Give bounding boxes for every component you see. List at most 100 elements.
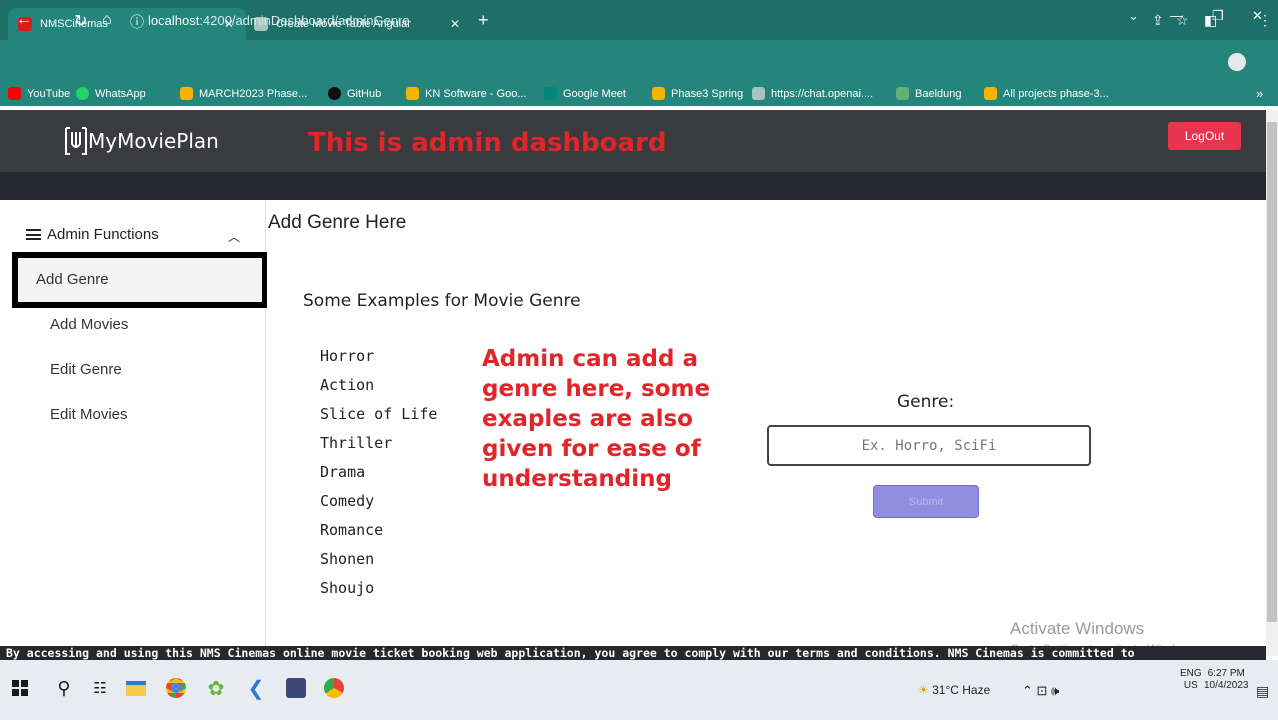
tray-icons[interactable]: ⌃ ⊡ 🕪 [1022, 683, 1059, 699]
annotation-line: genre here, some [482, 376, 711, 402]
weather-sun-icon: ☀ [918, 683, 929, 697]
home-icon[interactable]: ⌂ [102, 11, 112, 29]
page-title: Add Genre Here [268, 212, 407, 233]
bookmark-label: GitHub [347, 87, 382, 100]
drive-icon [406, 87, 419, 100]
forward-icon[interactable]: → [44, 11, 60, 29]
task-view-icon[interactable]: ☷ [88, 676, 112, 700]
logout-button[interactable]: LogOut [1168, 122, 1241, 150]
file-explorer-icon[interactable] [124, 676, 148, 700]
annotation-line: understanding [482, 466, 672, 492]
list-item: Comedy [320, 492, 375, 510]
chevron-up-icon[interactable]: ⌃ [1022, 683, 1033, 698]
chrome-profile-icon[interactable] [322, 676, 346, 700]
terms-footer: By accessing and using this NMS Cinemas … [0, 646, 1266, 660]
bookmark-all-projects[interactable]: All projects phase-3... [984, 87, 1109, 100]
weather-widget[interactable]: ☀ 31°C Haze [918, 683, 990, 697]
url-field[interactable]: localhost:4200/adminDashboard/adminGenre [148, 13, 410, 28]
bookmark-label: Baeldung [915, 87, 962, 100]
list-item: Drama [320, 463, 366, 481]
network-icon[interactable]: ⊡ [1037, 683, 1048, 698]
whatsapp-icon [76, 87, 89, 100]
chevron-up-icon[interactable]: ︿ [228, 228, 240, 245]
drive-icon [180, 87, 193, 100]
profile-avatar[interactable] [1228, 53, 1246, 71]
more-bookmarks-icon[interactable]: » [1256, 86, 1263, 101]
bookmark-label: WhatsApp [95, 87, 146, 100]
bookmark-label: https://chat.openai.... [771, 87, 874, 100]
star-icon[interactable]: ☆ [1176, 12, 1189, 29]
lang-top: ENG [1180, 668, 1202, 679]
drive-icon [652, 87, 665, 100]
bookmark-kn-software[interactable]: KN Software - Goo... [406, 87, 526, 100]
sidebar-item-add-movies[interactable]: Add Movies [50, 316, 128, 333]
list-item: Thriller [320, 434, 393, 452]
bookmark-baeldung[interactable]: Baeldung [896, 87, 962, 100]
list-item: Romance [320, 521, 384, 539]
bookmark-phase3-spring[interactable]: Phase3 Spring [652, 87, 743, 100]
genre-input[interactable] [767, 425, 1091, 466]
windows-taskbar [0, 660, 1278, 720]
new-tab-icon[interactable]: + [478, 10, 489, 31]
admin-functions-toggle[interactable]: Admin Functions [26, 226, 159, 243]
bookmark-github[interactable]: GitHub [328, 87, 381, 100]
vscode-icon[interactable]: ❮ [244, 676, 268, 700]
drive-icon [984, 87, 997, 100]
chatgpt-icon [752, 87, 765, 100]
bookmark-chatgpt[interactable]: https://chat.openai.... [752, 87, 873, 100]
list-item: Shoujo [320, 579, 375, 597]
sidebar-item-edit-genre[interactable]: Edit Genre [50, 361, 122, 378]
close-icon[interactable]: ✕ [450, 17, 460, 31]
app-logo-text[interactable]: MyMoviePlan [88, 129, 219, 153]
annotation-line: given for ease of [482, 436, 701, 462]
url-host: localhost [148, 13, 200, 28]
logo-icon [65, 127, 87, 155]
list-item: Horror [320, 347, 375, 365]
info-icon[interactable]: ⓘ [130, 12, 144, 32]
sidepanel-icon[interactable]: ◧ [1204, 12, 1217, 29]
header-subbar [0, 172, 1266, 200]
sidebar-item-edit-movies[interactable]: Edit Movies [50, 406, 128, 423]
app-icon[interactable] [284, 676, 308, 700]
scrollbar-thumb[interactable] [1267, 122, 1277, 622]
search-icon[interactable]: ⚲ [52, 676, 76, 700]
weather-text: 31°C Haze [932, 683, 991, 697]
bookmark-label: All projects phase-3... [1003, 87, 1109, 100]
genre-label: Genre: [897, 392, 955, 412]
share-icon[interactable]: ⇪ [1152, 12, 1164, 29]
submit-button[interactable]: Submit [873, 485, 979, 518]
baeldung-icon [896, 87, 909, 100]
annotation-line: exaples are also [482, 406, 693, 432]
bookmark-label: Google Meet [563, 87, 626, 100]
activate-windows-title: Activate Windows [1010, 619, 1145, 638]
lang-bottom: US [1183, 680, 1198, 691]
bookmark-label: YouTube [27, 87, 71, 100]
bookmark-march2023[interactable]: MARCH2023 Phase... [180, 87, 307, 100]
clock[interactable]: 6:27 PM 10/4/2023 [1204, 668, 1249, 692]
notification-icon[interactable]: ▤ [1256, 683, 1269, 700]
bookmark-google-meet[interactable]: Google Meet [544, 87, 626, 100]
meet-icon [544, 87, 557, 100]
github-icon [328, 87, 341, 100]
bookmark-label: KN Software - Goo... [425, 87, 527, 100]
hamburger-icon [26, 229, 41, 240]
volume-icon[interactable]: 🕪 [1051, 683, 1059, 698]
annotation-text: Admin can add a genre here, some exaples… [482, 344, 710, 494]
reload-icon[interactable]: ↻ [74, 11, 87, 31]
dashboard-title: This is admin dashboard [308, 128, 667, 158]
language-indicator[interactable]: ENG US [1180, 668, 1202, 692]
address-bar-row [0, 40, 1278, 82]
chrome-icon[interactable] [164, 676, 188, 700]
list-item: Action [320, 376, 375, 394]
bookmark-whatsapp[interactable]: WhatsApp [76, 87, 146, 100]
bookmark-youtube[interactable]: YouTube [8, 87, 70, 100]
menu-kebab-icon[interactable]: ⋮ [1258, 12, 1272, 29]
spring-tools-icon[interactable]: ✿ [204, 676, 228, 700]
youtube-icon [8, 87, 21, 100]
screen: NMSCinemas ✕ Create Movie Table Angular … [0, 0, 1278, 720]
sidebar-item-add-genre[interactable]: Add Genre [36, 271, 109, 288]
windows-start-icon[interactable] [8, 676, 32, 700]
clock-time: 6:27 PM [1207, 668, 1245, 679]
tab-search-icon[interactable]: ⌄ [1128, 8, 1139, 24]
back-icon[interactable]: ← [16, 11, 32, 29]
